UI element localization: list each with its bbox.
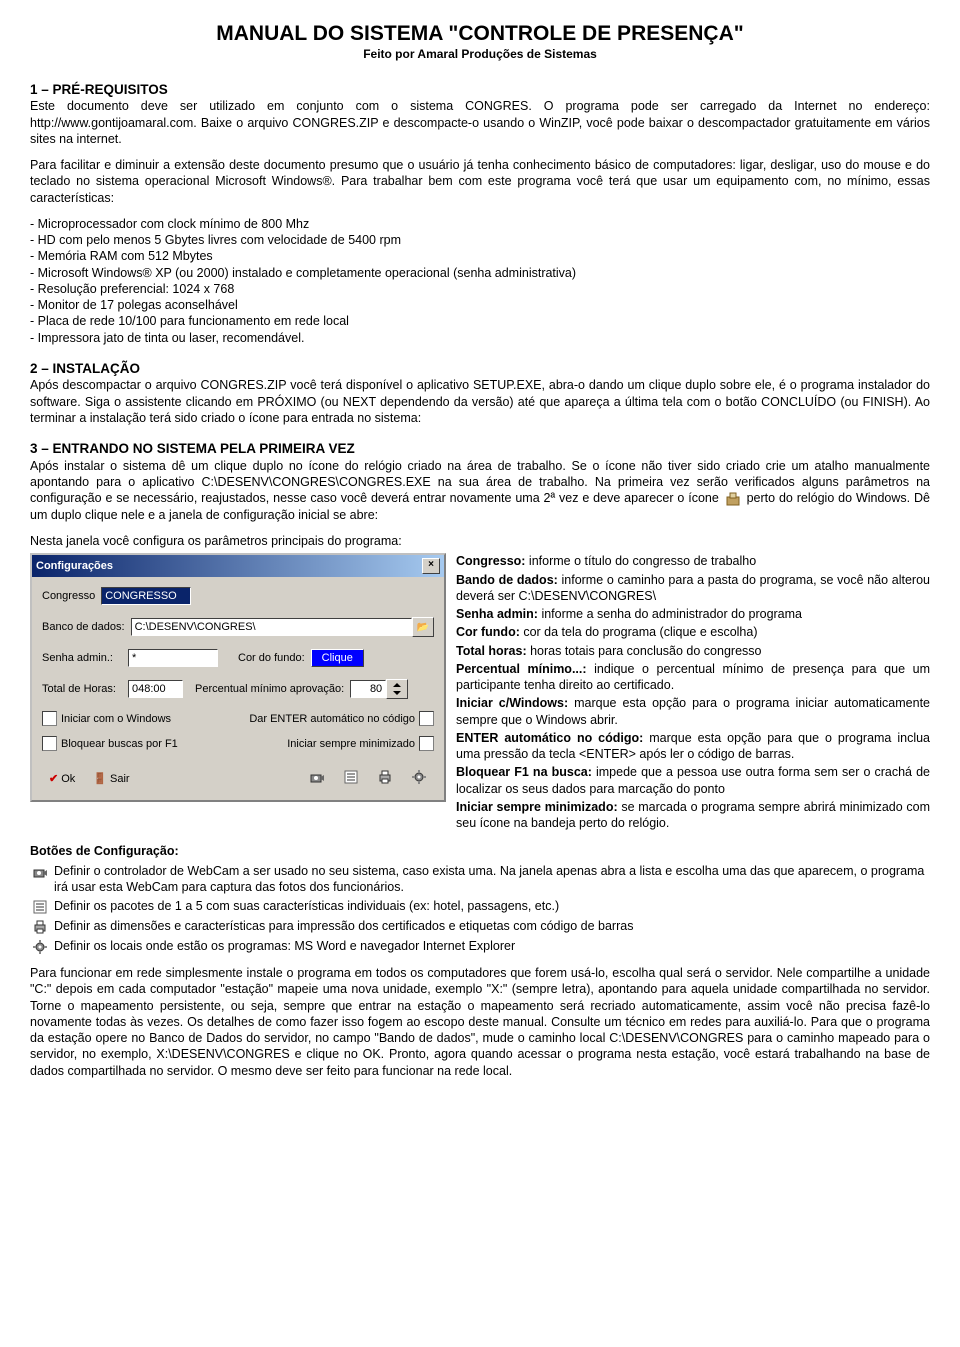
spec-item: - Impressora jato de tinta ou laser, rec… [30, 330, 930, 346]
ok-button[interactable]: ✔ Ok [42, 768, 82, 790]
browse-button[interactable]: 📂 [412, 617, 434, 637]
footer-paragraph: Para funcionar em rede simplesmente inst… [30, 965, 930, 1079]
section1-heading: 1 – PRÉ-REQUISITOS [30, 81, 930, 99]
bloquear-f1-checkbox[interactable] [42, 736, 57, 751]
banco-input[interactable] [131, 618, 412, 636]
button-def-row: Definir os locais onde estão os programa… [30, 938, 930, 955]
doc-title: MANUAL DO SISTEMA "CONTROLE DE PRESENÇA" [30, 20, 930, 47]
sair-button[interactable]: 🚪 Sair [86, 768, 136, 790]
corfundo-label: Cor do fundo: [238, 651, 305, 665]
tray-icon [725, 491, 741, 507]
gear-icon [32, 939, 48, 955]
iniciar-windows-checkbox[interactable] [42, 711, 57, 726]
spec-item: - Microprocessador com clock mínimo de 8… [30, 216, 930, 232]
section3-p1: Após instalar o sistema dê um clique dup… [30, 458, 930, 523]
spec-item: - Memória RAM com 512 Mbytes [30, 248, 930, 264]
senha-label: Senha admin.: [42, 651, 122, 665]
spec-item: - Monitor de 17 polegas aconselhável [30, 297, 930, 313]
section1-p1: Este documento deve ser utilizado em con… [30, 98, 930, 147]
config-dialog: Configurações × Congresso Banco de dados… [30, 553, 446, 801]
printer-icon [377, 769, 393, 789]
enter-auto-label: Dar ENTER automático no código [249, 712, 415, 726]
button-config-heading: Botões de Configuração: [30, 843, 930, 859]
paths-config-button[interactable] [404, 765, 434, 793]
gear-icon [411, 769, 427, 789]
spec-item: - Microsoft Windows® XP (ou 2000) instal… [30, 265, 930, 281]
webcam-config-button[interactable] [302, 765, 332, 793]
spec-item: - Placa de rede 10/100 para funcionament… [30, 313, 930, 329]
dialog-titlebar: Configurações × [32, 555, 444, 577]
close-button[interactable]: × [422, 558, 440, 574]
section2-p1: Após descompactar o arquivo CONGRES.ZIP … [30, 377, 930, 426]
printer-icon [32, 919, 48, 935]
spec-item: - HD com pelo menos 5 Gbytes livres com … [30, 232, 930, 248]
doc-subtitle: Feito por Amaral Produções de Sistemas [30, 47, 930, 63]
packages-config-button[interactable] [336, 765, 366, 793]
section1-p2: Para facilitar e diminuir a extensão des… [30, 157, 930, 206]
folder-icon: 📂 [417, 621, 429, 634]
button-def-row: Definir os pacotes de 1 a 5 com suas car… [30, 898, 930, 915]
minimizado-label: Iniciar sempre minimizado [287, 737, 415, 751]
minimizado-checkbox[interactable] [419, 736, 434, 751]
percentual-input[interactable] [350, 680, 386, 698]
percentual-label: Percentual mínimo aprovação: [195, 682, 344, 696]
congresso-label: Congresso [42, 589, 95, 603]
spinner-icon [392, 682, 402, 696]
print-config-button[interactable] [370, 765, 400, 793]
spec-item: - Resolução preferencial: 1024 x 768 [30, 281, 930, 297]
list-icon [343, 769, 359, 789]
section3-p2: Nesta janela você configura os parâmetro… [30, 533, 930, 549]
check-icon: ✔ [49, 772, 58, 786]
config-descriptions: Congresso: informe o título do congresso… [456, 553, 930, 833]
button-def-row: Definir as dimensões e características p… [30, 918, 930, 935]
list-icon [32, 899, 48, 915]
banco-label: Banco de dados: [42, 620, 125, 634]
percentual-spinner[interactable] [386, 679, 408, 699]
total-label: Total de Horas: [42, 682, 122, 696]
enter-auto-checkbox[interactable] [419, 711, 434, 726]
clique-button[interactable]: Clique [311, 649, 364, 667]
congresso-input[interactable] [101, 587, 191, 605]
section3-heading: 3 – ENTRANDO NO SISTEMA PELA PRIMEIRA VE… [30, 440, 930, 458]
iniciar-windows-label: Iniciar com o Windows [61, 712, 171, 726]
webcam-icon [32, 864, 48, 880]
button-def-row: Definir o controlador de WebCam a ser us… [30, 863, 930, 896]
section2-heading: 2 – INSTALAÇÃO [30, 360, 930, 378]
dialog-title: Configurações [36, 559, 113, 573]
bloquear-f1-label: Bloquear buscas por F1 [61, 737, 178, 751]
webcam-icon [309, 769, 325, 789]
spec-list: - Microprocessador com clock mínimo de 8… [30, 216, 930, 346]
senha-input[interactable] [128, 649, 218, 667]
door-icon: 🚪 [93, 772, 107, 786]
total-input[interactable] [128, 680, 183, 698]
